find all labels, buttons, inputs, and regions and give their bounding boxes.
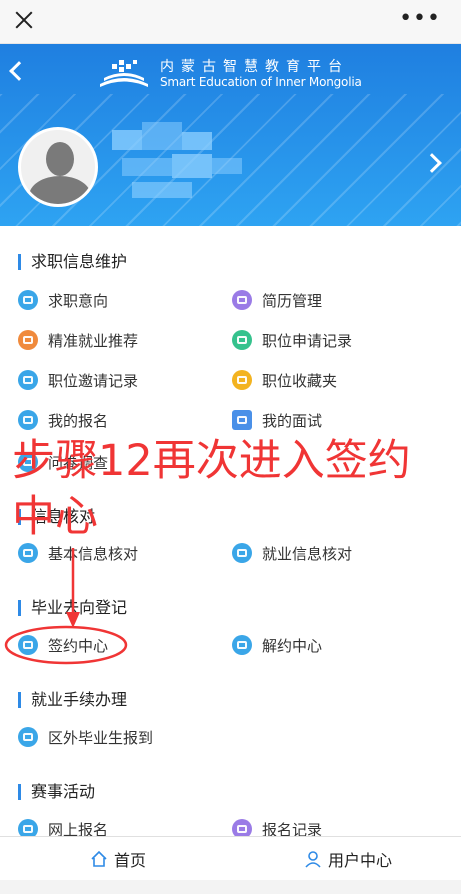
- menu-item-signing-center[interactable]: 签约中心: [18, 633, 108, 657]
- menu-item-resume[interactable]: 简历管理: [232, 288, 322, 312]
- menu-item-label: 精准就业推荐: [48, 331, 139, 350]
- basic-info-check-icon: [18, 543, 38, 563]
- tab-user-center-label: 用户中心: [328, 851, 393, 870]
- home-icon: [91, 850, 107, 867]
- menu-item-label: 简历管理: [262, 291, 323, 310]
- menu-item-label: 求职意向: [48, 291, 109, 310]
- menu-item-my-interview[interactable]: 我的面试: [232, 408, 322, 432]
- application-record-icon: [232, 330, 252, 350]
- menu-item-label: 签约中心: [48, 636, 109, 655]
- footer-strip: [0, 880, 461, 894]
- menu-item-label: 就业信息核对: [262, 544, 353, 563]
- bottom-nav: 首页 用户中心: [0, 836, 461, 880]
- menu-item-invitation-record[interactable]: 职位邀请记录: [18, 368, 138, 392]
- tab-home-label: 首页: [114, 851, 147, 870]
- menu-item-label: 区外毕业生报到: [48, 728, 154, 747]
- menu-item-recommend[interactable]: 精准就业推荐: [18, 328, 138, 352]
- cancel-center-icon: [232, 635, 252, 655]
- menu-item-application-record[interactable]: 职位申请记录: [232, 328, 352, 352]
- section-title-events: 赛事活动: [18, 784, 95, 800]
- more-icon[interactable]: •••: [399, 8, 441, 30]
- my-interview-icon: [232, 410, 252, 430]
- resume-icon: [232, 290, 252, 310]
- job-intention-icon: [18, 290, 38, 310]
- section-title-destination: 毕业去向登记: [18, 600, 127, 616]
- menu-item-label: 职位邀请记录: [48, 371, 139, 390]
- annotation-text-line1: 步骤12再次进入签约: [12, 436, 411, 486]
- back-arrow-icon[interactable]: [9, 61, 29, 81]
- menu-item-favorites[interactable]: 职位收藏夹: [232, 368, 337, 392]
- profile-header: 内蒙古智慧教育平台 Smart Education of Inner Mongo…: [0, 44, 461, 226]
- menu-item-label: 我的报名: [48, 411, 109, 430]
- menu-item-label: 解约中心: [262, 636, 323, 655]
- user-icon: [305, 851, 321, 868]
- menu-item-basic-info-check[interactable]: 基本信息核对: [18, 541, 138, 565]
- menu-item-label: 职位申请记录: [262, 331, 353, 350]
- my-registration-icon: [18, 410, 38, 430]
- menu-item-job-intention[interactable]: 求职意向: [18, 288, 108, 312]
- favorites-icon: [232, 370, 252, 390]
- close-icon[interactable]: [10, 6, 38, 34]
- top-bar: •••: [0, 0, 461, 44]
- brand-title-en: Smart Education of Inner Mongolia: [160, 75, 362, 89]
- menu-item-label: 我的面试: [262, 411, 323, 430]
- menu-item-employment-info-check[interactable]: 就业信息核对: [232, 541, 352, 565]
- avatar[interactable]: [18, 127, 98, 207]
- annotation-text-line2: 中心: [12, 492, 98, 542]
- menu-item-out-of-region-report[interactable]: 区外毕业生报到: [18, 725, 153, 749]
- platform-logo-icon: [100, 60, 148, 87]
- menu-item-label: 职位收藏夹: [262, 371, 338, 390]
- avatar-shoulders: [29, 176, 91, 204]
- menu-item-label: 基本信息核对: [48, 544, 139, 563]
- tab-user-center[interactable]: 用户中心: [304, 847, 392, 871]
- blurred-user-info: [112, 122, 252, 200]
- menu-item-cancel-center[interactable]: 解约中心: [232, 633, 322, 657]
- avatar-head: [46, 142, 74, 176]
- invitation-record-icon: [18, 370, 38, 390]
- section-title-procedures: 就业手续办理: [18, 692, 127, 708]
- section-title-job-info: 求职信息维护: [18, 254, 127, 270]
- menu-item-my-registration[interactable]: 我的报名: [18, 408, 108, 432]
- signing-center-icon: [18, 635, 38, 655]
- tab-home[interactable]: 首页: [90, 847, 146, 871]
- recommend-icon: [18, 330, 38, 350]
- employment-info-check-icon: [232, 543, 252, 563]
- brand-title-cn: 内蒙古智慧教育平台: [160, 59, 349, 75]
- out-of-region-report-icon: [18, 727, 38, 747]
